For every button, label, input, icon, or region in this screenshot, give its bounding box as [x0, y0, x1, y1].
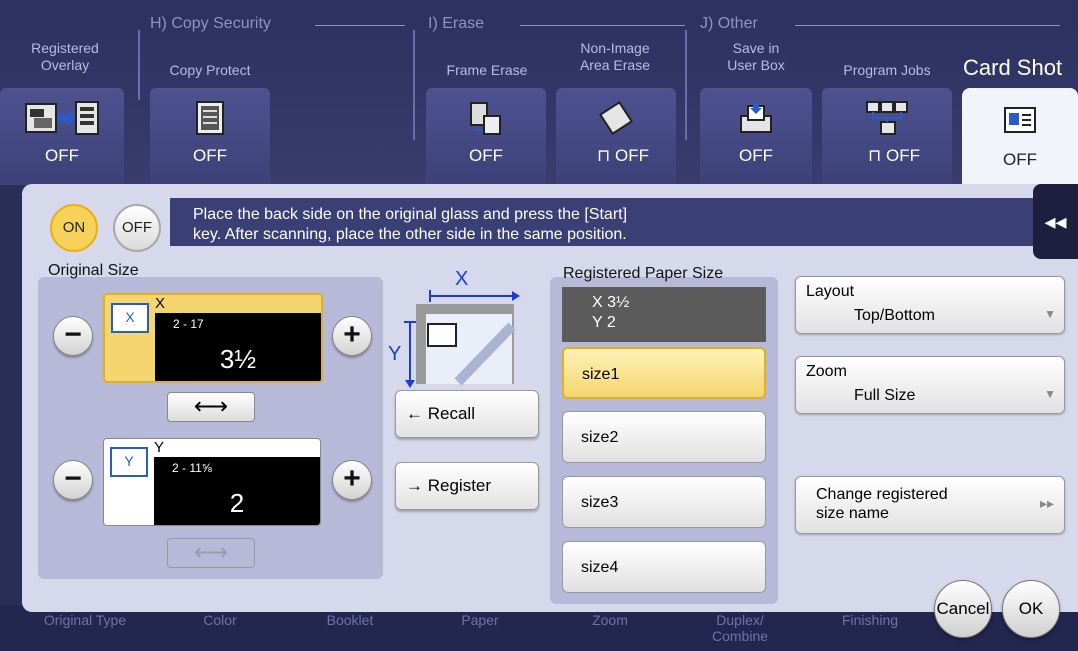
x-range: 2 - 17 — [173, 317, 204, 331]
size2-button[interactable]: size2 — [562, 411, 766, 463]
function-label-save-user-box: Save in User Box — [727, 40, 785, 73]
x-size-icon: X — [111, 303, 149, 333]
memory-icon: ⊓ — [868, 146, 886, 165]
size3-button[interactable]: size3 — [562, 476, 766, 528]
y-plus-button[interactable]: + — [332, 460, 372, 500]
group-label-other: J) Other — [700, 15, 758, 32]
original-size-title: Original Size — [48, 262, 139, 279]
state-text: OFF — [193, 146, 227, 165]
state-text: ⊓ OFF — [597, 146, 649, 165]
zoom-value: Full Size — [854, 387, 916, 404]
copy-protect-icon — [196, 101, 224, 135]
bottom-item-paper[interactable]: Paper — [420, 612, 540, 628]
registered-overlay-button[interactable]: OFF — [0, 88, 124, 185]
y-size-icon: Y — [110, 447, 148, 477]
group-label-copy-security: H) Copy Security — [150, 15, 271, 32]
group-separator — [685, 30, 687, 140]
save-user-box-button[interactable]: OFF — [700, 88, 812, 185]
card-shot-icon — [1004, 107, 1036, 133]
off-toggle[interactable]: OFF — [113, 204, 161, 252]
zoom-select[interactable]: Zoom Full Size ▼ — [795, 356, 1065, 414]
dropdown-caret-icon: ▼ — [1044, 387, 1056, 401]
bottom-item-color[interactable]: Color — [160, 612, 280, 628]
program-jobs-icon — [866, 101, 908, 135]
layout-value: Top/Bottom — [854, 307, 935, 324]
group-divider — [795, 25, 1060, 26]
function-label-registered-overlay: Registered Overlay — [31, 40, 99, 73]
readout-y: Y 2 — [592, 314, 616, 331]
y-value-display: 2 - 11⅝ 2 — [154, 457, 320, 525]
readout-x: X 3½ — [592, 294, 630, 311]
non-image-erase-button[interactable]: ⊓ OFF — [556, 88, 676, 185]
x-minus-button[interactable]: − — [53, 316, 93, 356]
change-size-name-label: Change registered size name — [816, 486, 948, 522]
recall-button[interactable]: ← Recall — [395, 390, 539, 438]
state-text: OFF — [469, 146, 503, 165]
bottom-item-finishing[interactable]: Finishing — [810, 612, 930, 628]
save-user-box-icon — [740, 102, 772, 133]
bottom-item-original-type[interactable]: Original Type — [20, 612, 150, 628]
instruction-message: Place the back side on the original glas… — [193, 206, 628, 243]
memory-icon: ⊓ — [597, 146, 615, 165]
frame-erase-icon — [470, 102, 501, 135]
function-label-non-image-erase: Non-Image Area Erase — [579, 40, 651, 73]
program-jobs-button[interactable]: ⊓ OFF — [822, 88, 952, 185]
frame-erase-button[interactable]: OFF — [426, 88, 546, 185]
function-label-frame-erase: Frame Erase — [446, 62, 528, 78]
group-separator — [413, 30, 415, 140]
swap-button[interactable]: ⟷ — [167, 392, 255, 422]
registered-paper-size-title: Registered Paper Size — [563, 265, 724, 282]
group-divider — [520, 25, 685, 26]
y-range: 2 - 11⅝ — [172, 461, 212, 475]
non-image-erase-icon — [598, 100, 634, 136]
card-shot-tab[interactable]: OFF — [962, 88, 1078, 188]
arrow-right-icon: → — [406, 476, 428, 495]
register-button[interactable]: → Register — [395, 462, 539, 510]
cancel-button[interactable]: Cancel — [934, 580, 992, 638]
y-value-field[interactable]: Y Y 2 - 11⅝ 2 — [103, 438, 321, 526]
swap-button-disabled: ⟷ — [167, 538, 255, 568]
ok-button[interactable]: OK — [1002, 580, 1060, 638]
x-value-field[interactable]: X X 2 - 17 3½ — [103, 293, 323, 383]
group-divider — [315, 25, 405, 26]
registered-size-readout: X 3½ Y 2 — [562, 287, 766, 342]
layout-select[interactable]: Layout Top/Bottom ▼ — [795, 276, 1065, 334]
overlay-icon — [25, 101, 99, 135]
group-label-erase: I) Erase — [428, 15, 485, 32]
size4-button[interactable]: size4 — [562, 541, 766, 593]
function-label-copy-protect: Copy Protect — [169, 62, 251, 78]
bottom-item-duplex-combine[interactable]: Duplex/ Combine — [680, 612, 800, 644]
zoom-label: Zoom — [806, 363, 847, 380]
dropdown-caret-icon: ▼ — [1044, 307, 1056, 321]
arrow-left-icon: ← — [406, 404, 428, 423]
function-label-program-jobs: Program Jobs — [843, 62, 931, 78]
group-separator — [138, 30, 140, 100]
double-chevron-right-icon: ▸▸ — [1039, 495, 1054, 511]
layout-label: Layout — [806, 283, 855, 300]
on-toggle[interactable]: ON — [50, 204, 98, 252]
bottom-item-booklet[interactable]: Booklet — [290, 612, 410, 628]
collapse-button[interactable]: ◂◂ — [1033, 184, 1078, 259]
state-text: OFF — [739, 146, 773, 165]
original-glass-diagram — [404, 290, 520, 388]
function-label-card-shot: Card Shot — [963, 55, 1063, 80]
change-size-name-button[interactable]: Change registered size name ▸▸ — [795, 476, 1065, 534]
state-text: OFF — [1003, 150, 1037, 169]
x-value: 3½ — [219, 344, 257, 374]
x-value-display: 2 - 17 3½ — [155, 313, 321, 381]
y-value: 2 — [229, 488, 245, 518]
state-text: OFF — [45, 146, 79, 165]
state-text: ⊓ OFF — [868, 146, 920, 165]
copy-protect-button[interactable]: OFF — [150, 88, 270, 185]
y-minus-button[interactable]: − — [53, 460, 93, 500]
bottom-item-zoom[interactable]: Zoom — [550, 612, 670, 628]
x-plus-button[interactable]: + — [332, 316, 372, 356]
size1-button[interactable]: size1 — [562, 347, 766, 399]
